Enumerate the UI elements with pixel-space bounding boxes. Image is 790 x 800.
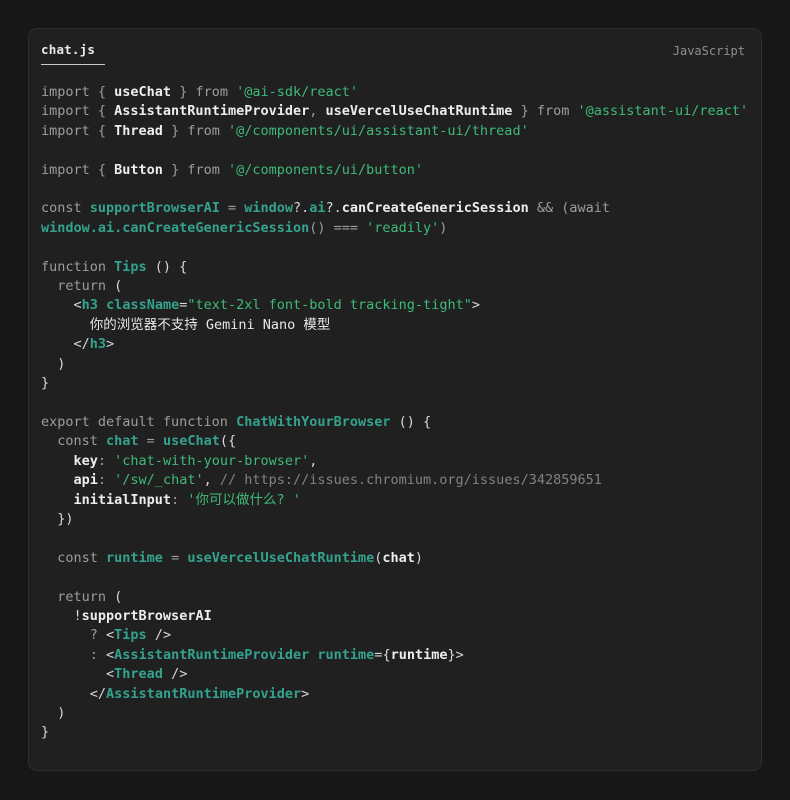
code-line: const supportBrowserAI = window?.ai?.can…	[41, 199, 749, 218]
code-line: })	[41, 510, 749, 529]
code-line: import { useChat } from '@ai-sdk/react'	[41, 83, 749, 102]
code-line: : <AssistantRuntimeProvider runtime={run…	[41, 646, 749, 665]
code-line: import { AssistantRuntimeProvider, useVe…	[41, 102, 749, 121]
code-line: return (	[41, 277, 749, 296]
code-line: export default function ChatWithYourBrow…	[41, 413, 749, 432]
code-line: import { Button } from '@/components/ui/…	[41, 161, 749, 180]
code-line: </AssistantRuntimeProvider>	[41, 685, 749, 704]
code-line: <h3 className="text-2xl font-bold tracki…	[41, 296, 749, 315]
code-line	[41, 180, 749, 199]
code-line	[41, 238, 749, 257]
code-card-body: import { useChat } from '@ai-sdk/react'i…	[29, 67, 761, 771]
code-line: }	[41, 374, 749, 393]
code-line: key: 'chat-with-your-browser',	[41, 452, 749, 471]
code-line: )	[41, 704, 749, 723]
code-line: initialInput: '你可以做什么? '	[41, 491, 749, 510]
code-card: chat.js JavaScript import { useChat } fr…	[28, 28, 762, 771]
code-line: )	[41, 355, 749, 374]
code-line: </h3>	[41, 335, 749, 354]
code-line: import { Thread } from '@/components/ui/…	[41, 122, 749, 141]
code-block: import { useChat } from '@ai-sdk/react'i…	[41, 83, 749, 743]
code-card-header: chat.js JavaScript	[29, 29, 761, 67]
code-line: !supportBrowserAI	[41, 607, 749, 626]
code-line: ? <Tips />	[41, 626, 749, 645]
code-line: return (	[41, 588, 749, 607]
code-line: }	[41, 723, 749, 742]
code-line	[41, 529, 749, 548]
code-line	[41, 568, 749, 587]
code-line: function Tips () {	[41, 258, 749, 277]
code-line: <Thread />	[41, 665, 749, 684]
code-line: const chat = useChat({	[41, 432, 749, 451]
code-line	[41, 141, 749, 160]
code-line: window.ai.canCreateGenericSession() === …	[41, 219, 749, 238]
code-line: api: '/sw/_chat', // https://issues.chro…	[41, 471, 749, 490]
code-line: 你的浏览器不支持 Gemini Nano 模型	[41, 316, 749, 335]
code-line	[41, 394, 749, 413]
language-badge: JavaScript	[673, 42, 745, 58]
file-tab[interactable]: chat.js	[41, 42, 105, 65]
code-line: const runtime = useVercelUseChatRuntime(…	[41, 549, 749, 568]
